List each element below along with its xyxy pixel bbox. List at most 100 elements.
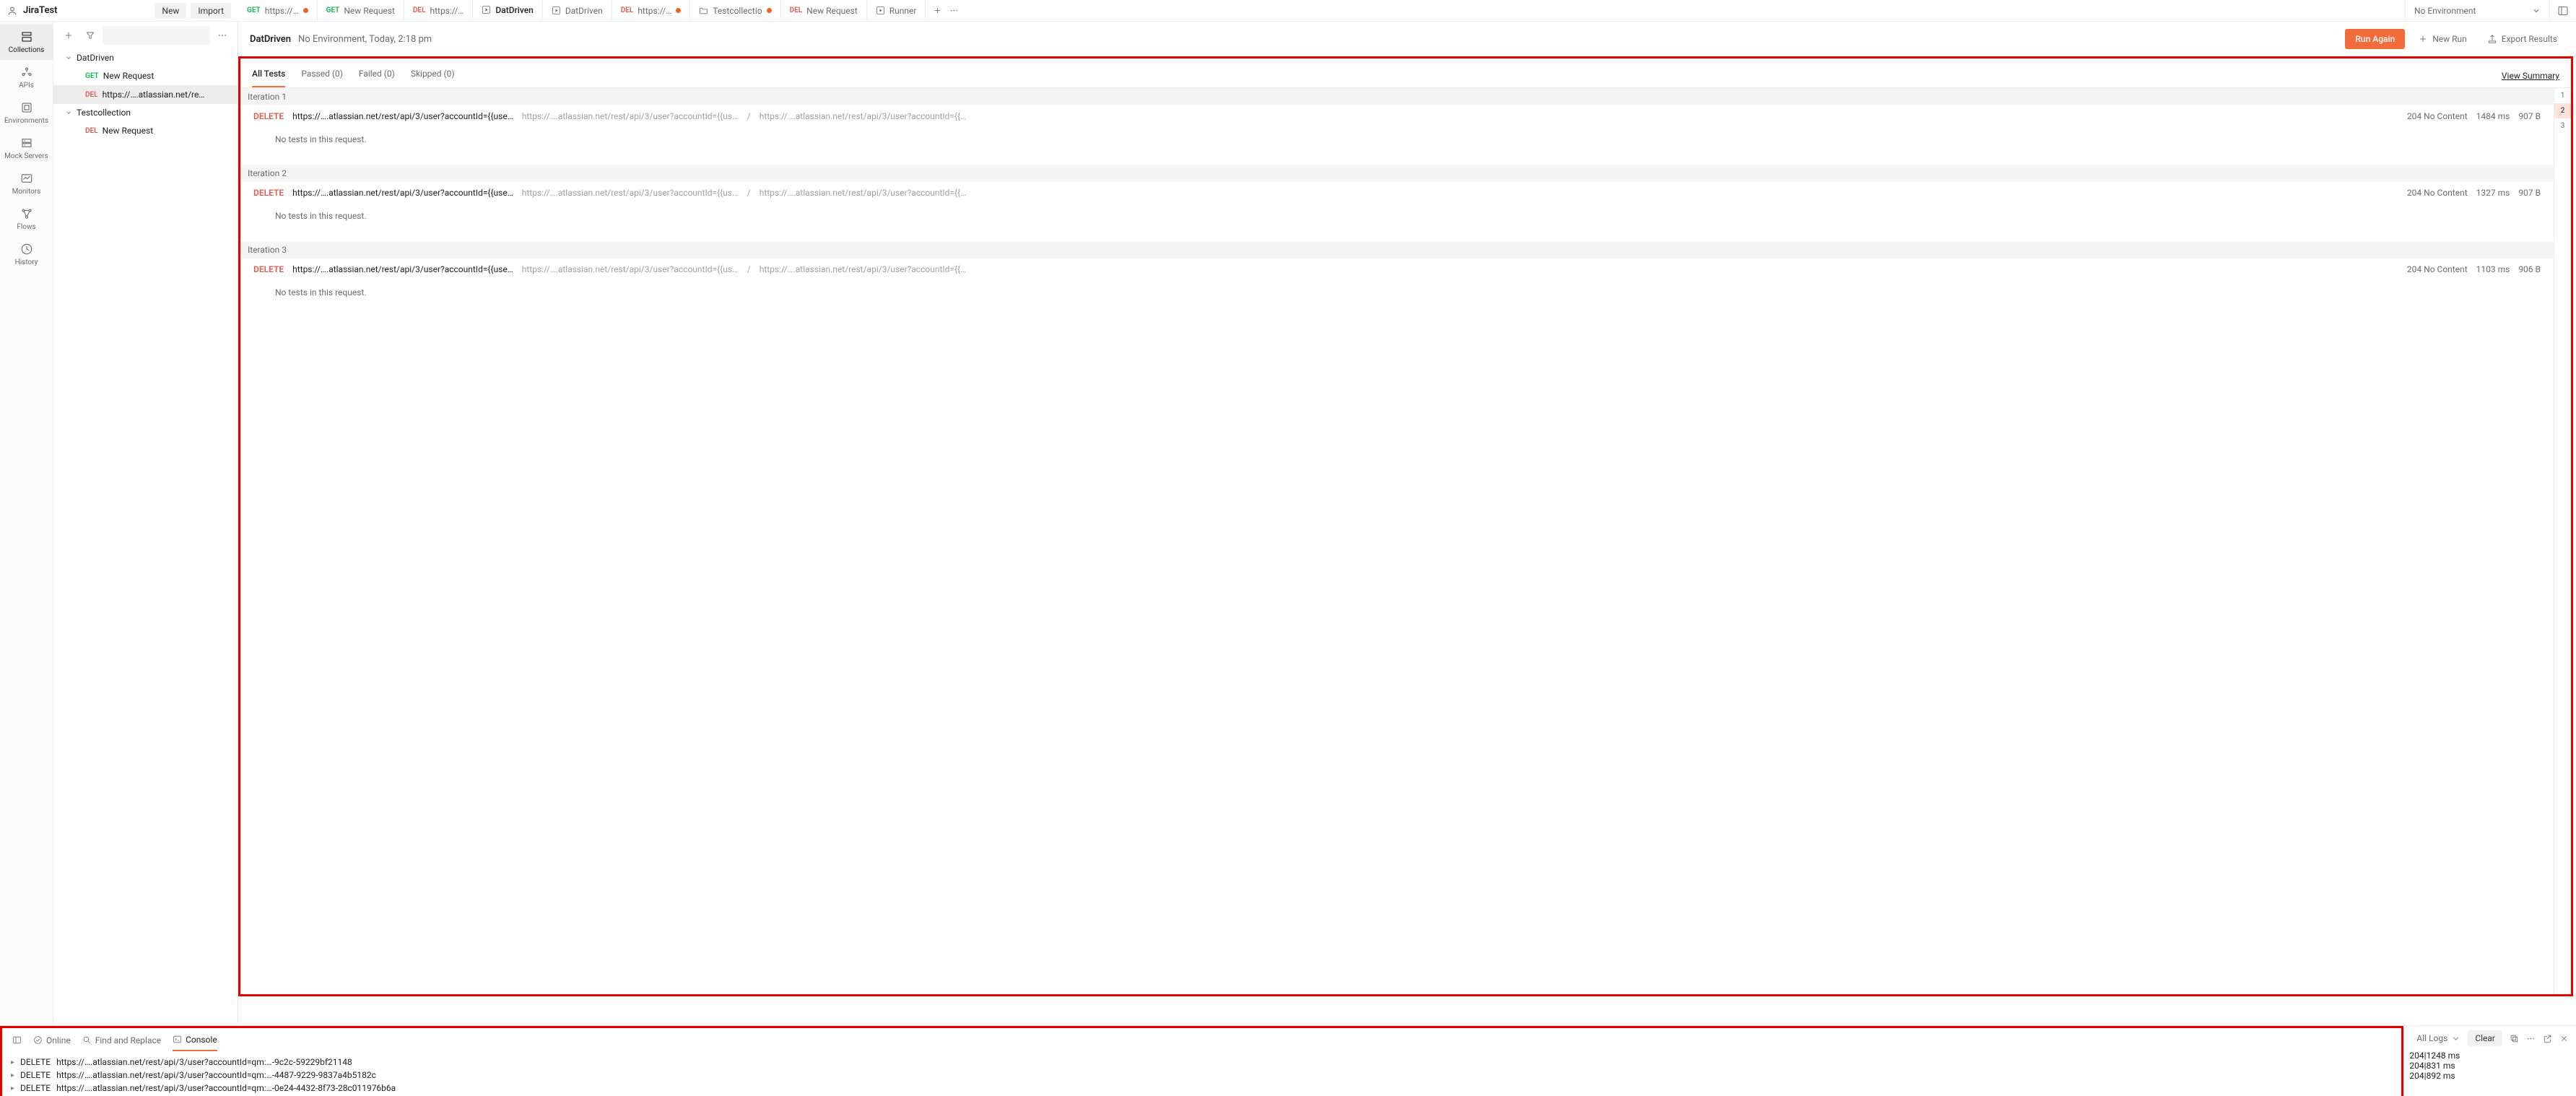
method-badge: GET (326, 6, 340, 14)
console-lines: ▸ DELETE https://….atlassian.net/rest/ap… (5, 1053, 2398, 1095)
chevron-down-icon (65, 54, 72, 61)
top-tabs: GEThttps://… GETNew Request DELhttps://…… (238, 0, 2405, 21)
chevron-down-icon (2451, 1034, 2460, 1043)
play-icon (482, 5, 491, 14)
response-size: 907 B (2518, 188, 2541, 198)
environment-quicklook-icon[interactable] (2549, 0, 2576, 21)
more-icon[interactable] (949, 6, 959, 15)
play-icon (876, 6, 885, 15)
request-row[interactable]: DELETE https://….atlassian.net/rest/api/… (240, 105, 2554, 127)
results-highlight-frame: All Tests Passed (0) Failed (0) Skipped … (238, 56, 2573, 996)
iteration-nav-3[interactable]: 3 (2554, 118, 2571, 134)
filter-icon[interactable] (81, 26, 100, 45)
run-header: DatDriven No Environment, Today, 2:18 pm… (238, 22, 2576, 56)
close-console-icon[interactable] (2559, 1034, 2569, 1043)
tree-folder-testcollection[interactable]: Testcollection (53, 104, 238, 121)
console-line[interactable]: ▸ DELETE https://….atlassian.net/rest/ap… (5, 1082, 2398, 1095)
new-button[interactable]: New (155, 3, 186, 19)
status-code: 204 No Content (2407, 188, 2468, 198)
request-row[interactable]: DELETE https://….atlassian.net/rest/api/… (240, 182, 2554, 204)
more-icon[interactable] (213, 26, 232, 45)
console-line[interactable]: ▸ DELETE https://….atlassian.net/rest/ap… (5, 1069, 2398, 1082)
open-external-icon[interactable] (2543, 1034, 2552, 1043)
tree-folder-datdriven[interactable]: DatDriven (53, 49, 238, 66)
tab-all-tests[interactable]: All Tests (252, 64, 285, 87)
iterations-list: Iteration 1 DELETE https://….atlassian.n… (240, 88, 2554, 994)
tree-item[interactable]: DELhttps://….atlassian.net/re… (53, 85, 238, 104)
find-replace[interactable]: Find and Replace (82, 1035, 161, 1045)
tab-request-2[interactable]: GETNew Request (318, 0, 404, 21)
tab-request-5[interactable]: DELNew Request (781, 0, 867, 21)
no-tests-label: No tests in this request. (240, 127, 2554, 165)
result-tabs: All Tests Passed (0) Failed (0) Skipped … (240, 58, 2571, 88)
tab-request-4[interactable]: DELhttps://… (612, 0, 690, 21)
iteration-header: Iteration 2 (240, 165, 2554, 182)
response-time: 1103 ms (2476, 264, 2510, 274)
workspace-block: JiraTest New Import (0, 3, 238, 19)
tab-runner-datdriven-2[interactable]: DatDriven (543, 0, 612, 21)
nav-collections[interactable]: Collections (0, 25, 53, 60)
run-title: DatDriven (250, 34, 291, 45)
expand-icon[interactable]: ▸ (11, 1071, 14, 1079)
nav-environments[interactable]: Environments (0, 95, 53, 131)
tab-request-1[interactable]: GEThttps://… (238, 0, 318, 21)
tab-failed[interactable]: Failed (0) (359, 64, 395, 87)
iteration-nav: 1 2 3 (2554, 88, 2571, 994)
view-summary-link[interactable]: View Summary (2502, 71, 2559, 81)
create-collection-icon[interactable] (59, 26, 78, 45)
method-badge: DEL (413, 6, 426, 14)
request-row[interactable]: DELETE https://….atlassian.net/rest/api/… (240, 258, 2554, 280)
response-time: 1484 ms (2476, 111, 2510, 121)
new-run-button[interactable]: New Run (2411, 29, 2474, 49)
top-header: JiraTest New Import GEThttps://… GETNew … (0, 0, 2576, 22)
iteration-nav-1[interactable]: 1 (2554, 88, 2571, 103)
tab-passed[interactable]: Passed (0) (301, 64, 343, 87)
tab-runner-datdriven-active[interactable]: DatDriven (473, 0, 542, 21)
expand-icon[interactable]: ▸ (11, 1058, 14, 1066)
chevron-down-icon (65, 109, 72, 116)
export-results-button[interactable]: Export Results (2480, 29, 2564, 49)
add-tab-icon[interactable] (933, 6, 942, 15)
copy-icon[interactable] (2510, 1034, 2519, 1043)
clear-console-button[interactable]: Clear (2468, 1030, 2502, 1046)
environment-select[interactable]: No Environment (2405, 0, 2549, 21)
console-highlight-frame: Online Find and Replace Console ▸ DELETE… (0, 1026, 2403, 1096)
tab-skipped[interactable]: Skipped (0) (411, 64, 455, 87)
workspace-title[interactable]: JiraTest (23, 5, 58, 16)
collections-search[interactable] (103, 26, 210, 45)
tree-item[interactable]: DELNew Request (53, 121, 238, 140)
nav-mock-servers[interactable]: Mock Servers (0, 131, 53, 166)
import-button[interactable]: Import (191, 3, 231, 19)
all-logs-dropdown[interactable]: All Logs (2416, 1033, 2460, 1043)
nav-monitors[interactable]: Monitors (0, 166, 53, 201)
console-panel: Online Find and Replace Console ▸ DELETE… (0, 1025, 2576, 1096)
status-code: 204 No Content (2407, 111, 2468, 121)
person-icon (7, 6, 17, 16)
online-status[interactable]: Online (33, 1035, 71, 1045)
iteration-nav-2[interactable]: 2 (2554, 103, 2571, 118)
play-icon (552, 6, 561, 15)
console-line[interactable]: ▸ DELETE https://….atlassian.net/rest/ap… (5, 1056, 2398, 1069)
tab-collection[interactable]: Testcollectio (690, 0, 780, 21)
console-line-metrics: 204|831 ms (2409, 1061, 2576, 1071)
tab-request-3[interactable]: DELhttps://… (404, 0, 473, 21)
nav-history[interactable]: History (0, 237, 53, 272)
no-tests-label: No tests in this request. (240, 204, 2554, 241)
response-time: 1327 ms (2476, 188, 2510, 198)
more-icon[interactable] (2526, 1034, 2536, 1043)
nav-flows[interactable]: Flows (0, 201, 53, 237)
expand-icon[interactable]: ▸ (11, 1084, 14, 1092)
chevron-down-icon (2532, 6, 2541, 15)
collections-tree: DatDriven GETNew Request DELhttps://….at… (53, 49, 238, 1025)
sidebar: DatDriven GETNew Request DELhttps://….at… (53, 22, 238, 1025)
status-code: 204 No Content (2407, 264, 2468, 274)
tabs-right-actions (926, 0, 966, 21)
sidebar-toggle-icon[interactable] (12, 1035, 22, 1045)
nav-rail: Collections APIs Environments Mock Serve… (0, 22, 53, 1025)
main-content: DatDriven No Environment, Today, 2:18 pm… (238, 22, 2576, 1025)
console-tab[interactable]: Console (173, 1030, 217, 1051)
run-again-button[interactable]: Run Again (2345, 29, 2405, 49)
nav-apis[interactable]: APIs (0, 60, 53, 95)
tree-item[interactable]: GETNew Request (53, 66, 238, 85)
tab-runner[interactable]: Runner (867, 0, 926, 21)
